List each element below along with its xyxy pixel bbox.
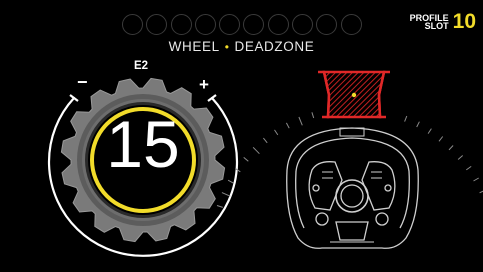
graphics-layer [47,70,483,257]
dial-mode-label: E2 [133,60,149,72]
scale-tick [263,137,268,144]
scale-tick [227,179,234,184]
scale-tick [473,177,479,182]
rotation-scale [216,112,483,208]
scale-tick [221,192,231,197]
scale-tick [457,155,464,160]
scale-tick [479,190,483,194]
display-screen: WHEEL • DEADZONE PROFILE SLOT 10 E2 − + … [0,0,483,272]
plus-icon[interactable]: + [199,75,209,95]
minus-icon[interactable]: − [77,72,88,93]
scale-tick [416,121,420,128]
scale-tick [448,145,454,151]
scale-tick [466,165,472,171]
scale-tick [243,157,249,162]
scale-tick [438,136,444,142]
scale-tick [311,112,315,119]
scale-tick [298,116,303,126]
scale-tick [216,205,223,208]
scale-tick [404,115,408,122]
deadzone-indicator-icon [318,70,390,119]
scale-tick [274,129,279,136]
scale-tick [427,128,432,134]
steering-wheel-icon [286,127,419,249]
scale-tick [285,122,290,129]
dial-value: 15 [106,107,180,181]
scale-tick [252,146,260,155]
